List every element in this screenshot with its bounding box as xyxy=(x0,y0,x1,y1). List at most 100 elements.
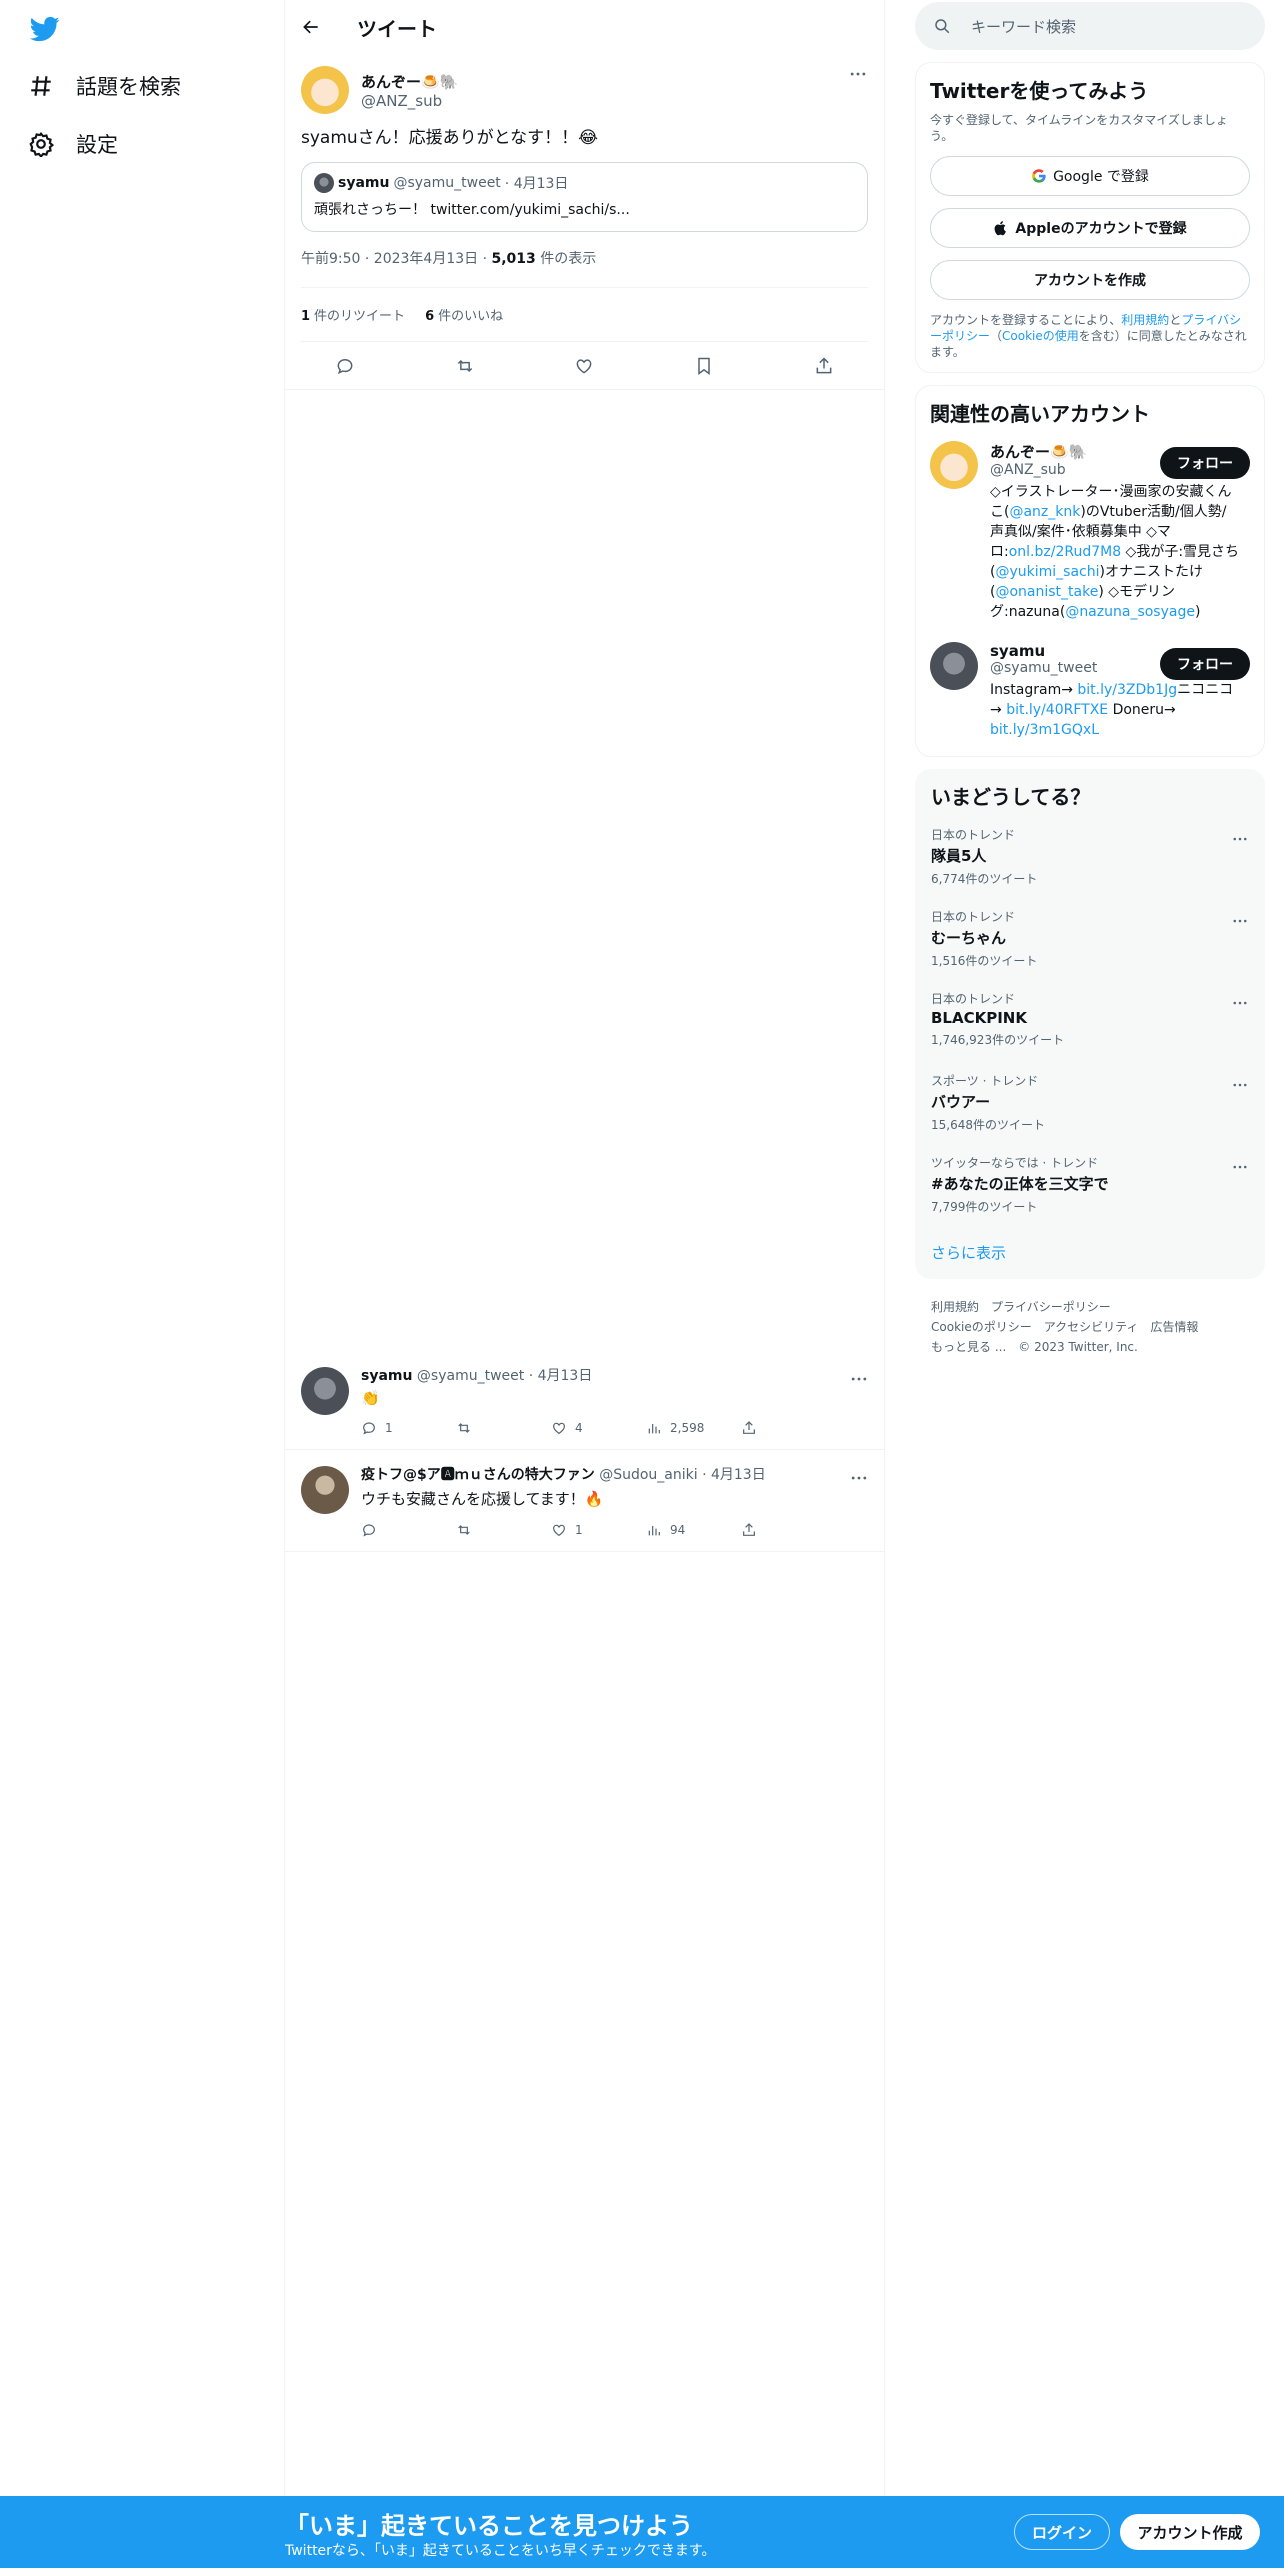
like-button[interactable]: 4 xyxy=(551,1420,646,1436)
more-options-icon[interactable] xyxy=(849,1369,869,1389)
bookmark-icon[interactable] xyxy=(694,356,714,376)
bio-link[interactable]: @yukimi_sachi xyxy=(995,564,1099,580)
avatar[interactable] xyxy=(930,642,978,690)
views-count: 5,013 xyxy=(491,251,536,267)
avatar[interactable] xyxy=(930,441,978,489)
retweet-button[interactable] xyxy=(456,1420,551,1436)
avatar[interactable] xyxy=(301,1367,349,1415)
follow-button[interactable]: フォロー xyxy=(1160,447,1250,479)
likes-stat[interactable]: 6 件のいいね xyxy=(425,305,503,324)
cookie-link[interactable]: Cookieの使用 xyxy=(1002,329,1079,343)
search-input[interactable]: キーワード検索 xyxy=(915,2,1265,50)
nav-explore[interactable]: 話題を検索 xyxy=(28,66,181,106)
like-count: 1 xyxy=(575,1523,583,1537)
share-button[interactable] xyxy=(741,1420,836,1436)
like-button[interactable]: 1 xyxy=(551,1522,646,1538)
bio-link[interactable]: @nazuna_sosyage xyxy=(1065,604,1195,620)
reply-author-handle[interactable]: @syamu_tweet xyxy=(417,1368,524,1384)
footer-link[interactable]: 利用規約 xyxy=(931,1300,979,1314)
avatar[interactable] xyxy=(301,1466,349,1514)
trends-title: いまどうしてる？ xyxy=(931,785,1091,809)
retweet-button[interactable] xyxy=(456,1522,551,1538)
bio-link[interactable]: bit.ly/3m1GQxL xyxy=(990,722,1099,738)
show-more-link[interactable]: さらに表示 xyxy=(915,1228,1265,1267)
reply-date[interactable]: · 4月13日 xyxy=(702,1467,766,1483)
more-options-icon[interactable] xyxy=(1231,912,1249,930)
trend-count: 15,648件のツイート xyxy=(931,1118,1045,1132)
reply-date[interactable]: · 4月13日 xyxy=(529,1368,593,1384)
trends-box: いまどうしてる？ 日本のトレンド 隊員5人 6,774件のツイート 日本のトレンド むー… xyxy=(915,769,1265,1279)
trend-item[interactable]: ツイッターならでは · トレンド #あなたの正体を三文字で 7,799件のツイート xyxy=(915,1146,1265,1228)
timestamp-text[interactable]: 午前9:50 · 2023年4月13日 · xyxy=(301,251,492,267)
bio-link[interactable]: onl.bz/2Rud7M8 xyxy=(1009,544,1121,560)
like-icon[interactable] xyxy=(574,356,594,376)
signup-title: Twitterを使ってみよう xyxy=(930,79,1149,103)
more-options-icon[interactable] xyxy=(848,64,868,84)
bio-link[interactable]: bit.ly/40RFTXE xyxy=(1006,702,1108,718)
footer-link[interactable]: 広告情報 xyxy=(1150,1320,1198,1334)
create-account-button[interactable]: アカウントを作成 xyxy=(930,260,1250,300)
footer-link[interactable]: アクセシビリティ xyxy=(1044,1320,1139,1334)
share-icon[interactable] xyxy=(814,356,834,376)
nav-explore-label: 話題を検索 xyxy=(76,75,181,99)
legal-open: （ xyxy=(990,329,1003,343)
bio-link[interactable]: @anz_knk xyxy=(1009,504,1080,520)
trend-count: 1,746,923件のツイート xyxy=(931,1033,1065,1047)
retweet-icon xyxy=(458,1525,470,1535)
trend-context: 日本のトレンド xyxy=(931,828,1016,842)
bio-link[interactable]: bit.ly/3ZDb1Jg xyxy=(1077,682,1177,698)
more-options-icon[interactable] xyxy=(1231,994,1249,1012)
footer-link[interactable]: Cookieのポリシー xyxy=(931,1320,1032,1334)
avatar[interactable] xyxy=(301,66,349,114)
more-options-icon[interactable] xyxy=(1231,1076,1249,1094)
likes-count: 6 xyxy=(425,309,435,324)
signup-button[interactable]: アカウント作成 xyxy=(1120,2514,1260,2550)
trend-item[interactable]: 日本のトレンド BLACKPINK 1,746,923件のツイート xyxy=(915,982,1265,1064)
footer-link[interactable]: もっと見る ... xyxy=(931,1340,1006,1354)
author-name[interactable]: あんぞー🍮🐘 xyxy=(361,71,458,92)
trend-item[interactable]: スポーツ · トレンド バウアー 15,648件のツイート xyxy=(915,1064,1265,1146)
more-options-icon[interactable] xyxy=(1231,1158,1249,1176)
reply-button[interactable]: 1 xyxy=(361,1420,456,1436)
back-arrow-icon[interactable] xyxy=(301,17,321,37)
trend-count: 1,516件のツイート xyxy=(931,954,1038,968)
reply-tweet[interactable]: 疫トフ@$ア🅰ｍｕさんの特大ファン @Sudou_aniki · 4月13日 ウ… xyxy=(285,1454,885,1552)
author-handle[interactable]: @ANZ_sub xyxy=(361,92,458,110)
main-tweet: あんぞー🍮🐘 @ANZ_sub syamuさん！応援ありがとなす！！😂 syam… xyxy=(285,54,884,342)
reply-icon[interactable] xyxy=(335,356,355,376)
reply-text: ウチも安藏さんを応援してます！🔥 xyxy=(361,1490,604,1508)
bio-link[interactable]: @onanist_take xyxy=(995,584,1098,600)
google-signup-button[interactable]: Google で登録 xyxy=(930,156,1250,196)
signup-box: Twitterを使ってみよう 今すぐ登録して、タイムラインをカスタマイズしましょ… xyxy=(915,62,1265,373)
hashtag-icon xyxy=(31,76,51,96)
retweet-icon[interactable] xyxy=(455,356,475,376)
login-button[interactable]: ログイン xyxy=(1014,2514,1110,2550)
account-card[interactable]: syamu @syamu_tweet Instagram→ bit.ly/3ZD… xyxy=(930,642,1250,740)
left-sidebar: 話題を検索 設定 xyxy=(0,0,285,2496)
reply-author-handle[interactable]: @Sudou_aniki xyxy=(599,1467,697,1483)
footer-link[interactable]: プライバシーポリシー xyxy=(991,1300,1111,1314)
reply-tweet[interactable]: syamu @syamu_tweet · 4月13日 👏 1 4 2,598 xyxy=(285,1355,885,1450)
account-card[interactable]: あんぞー🍮🐘 @ANZ_sub ◇イラストレーター･漫画家の安藏くんこ(@anz… xyxy=(930,441,1250,622)
retweets-stat[interactable]: 1 件のリツイート xyxy=(301,305,405,324)
views-button[interactable]: 2,598 xyxy=(646,1420,741,1436)
nav-settings[interactable]: 設定 xyxy=(28,124,118,164)
twitter-logo-icon[interactable] xyxy=(28,14,62,44)
related-accounts-box: 関連性の高いアカウント あんぞー🍮🐘 @ANZ_sub ◇イラストレーター･漫画… xyxy=(915,385,1265,757)
reply-author-name[interactable]: syamu xyxy=(361,1368,412,1384)
terms-link[interactable]: 利用規約 xyxy=(1121,313,1169,327)
views-button[interactable]: 94 xyxy=(646,1522,741,1538)
apple-signup-button[interactable]: Appleのアカウントで登録 xyxy=(930,208,1250,248)
quoted-tweet[interactable]: syamu @syamu_tweet · 4月13日 頑張れさっちー！ twit… xyxy=(301,162,868,232)
reply-actions: 1 94 xyxy=(361,1519,869,1541)
trend-item[interactable]: 日本のトレンド むーちゃん 1,516件のツイート xyxy=(915,900,1265,982)
more-options-icon[interactable] xyxy=(1231,830,1249,848)
reply-button[interactable] xyxy=(361,1522,456,1538)
share-button[interactable] xyxy=(741,1522,836,1538)
trend-name: バウアー xyxy=(931,1093,991,1111)
trend-item[interactable]: 日本のトレンド 隊員5人 6,774件のツイート xyxy=(915,818,1265,900)
more-options-icon[interactable] xyxy=(849,1468,869,1488)
reply-author-name[interactable]: 疫トフ@$ア🅰ｍｕさんの特大ファン xyxy=(361,1467,595,1483)
follow-button[interactable]: フォロー xyxy=(1160,648,1250,680)
reply-text: 👏 xyxy=(361,1389,380,1407)
